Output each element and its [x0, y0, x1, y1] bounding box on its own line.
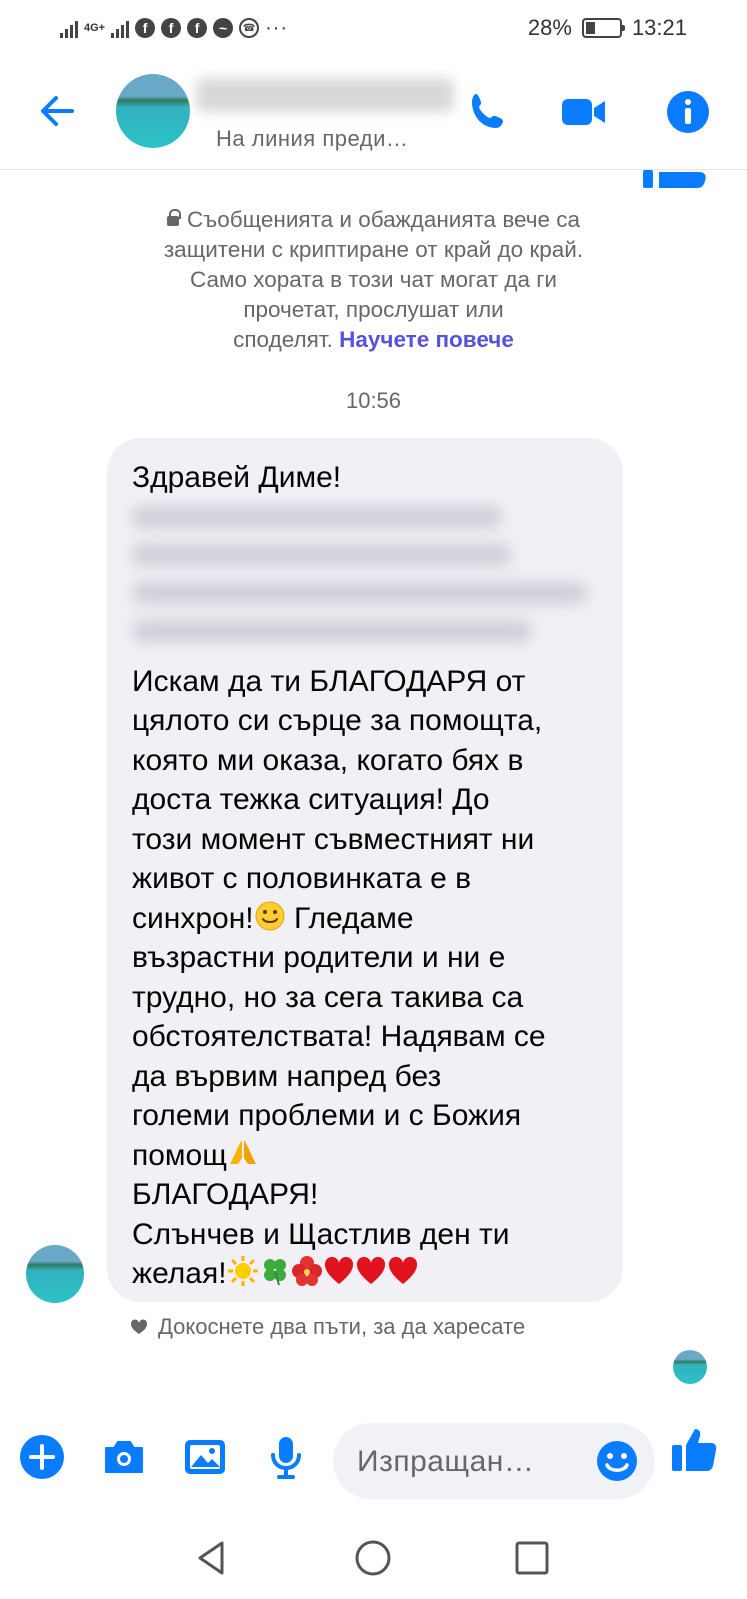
message-bubble[interactable]: Здравей Диме! Искам да ти БЛАГОДАРЯ от ц… [107, 438, 623, 1302]
info-icon[interactable] [664, 88, 712, 136]
message-line: която ми оказа, когато бях в [132, 743, 524, 777]
heart-emoji-icon [324, 1256, 353, 1284]
message-line: живот с половинката е в [132, 862, 472, 895]
praying-hands-emoji-icon [229, 1139, 256, 1164]
message-line: желая! [132, 1254, 599, 1294]
chat-header: На линия преди… [0, 56, 747, 170]
clover-emoji-icon [263, 1259, 286, 1286]
redacted-text [132, 505, 599, 656]
message-input-placeholder: Изпращан… [357, 1445, 535, 1478]
heart-emoji-icon [356, 1256, 385, 1284]
contact-name-redacted[interactable] [196, 78, 454, 112]
message-line: трудно, но за сега такива са [132, 980, 524, 1014]
back-arrow-icon[interactable] [34, 88, 80, 134]
message-text: желая! [132, 1257, 227, 1290]
facebook-icon: f [161, 18, 182, 38]
smiley-emoji-icon [255, 901, 285, 930]
microphone-icon[interactable] [262, 1433, 310, 1481]
message-line: доста тежка ситуация! До [132, 783, 490, 816]
heart-emoji-icon [388, 1256, 417, 1284]
message-line: Здравей Диме! [132, 461, 342, 494]
message-line: синхрон! Гледаме [132, 899, 599, 939]
read-receipt-avatar [673, 1350, 707, 1384]
emoji-icon[interactable] [595, 1439, 639, 1483]
message-text: синхрон! [132, 901, 254, 935]
message-line: помощ [132, 1136, 599, 1176]
nav-recents-icon[interactable] [512, 1538, 552, 1578]
nav-back-icon[interactable] [192, 1538, 232, 1578]
message-line: големи проблеми и с Божия [132, 1099, 522, 1132]
contact-avatar[interactable] [116, 74, 190, 148]
gallery-icon[interactable] [181, 1433, 229, 1481]
message-line: възрастни родители и ни е [132, 941, 506, 974]
camera-icon[interactable] [100, 1433, 148, 1481]
status-bar: 4G+ f f f ~ ☎ ··· 28% 13:21 [0, 0, 747, 56]
signal-icon [60, 18, 78, 38]
lock-icon [166, 209, 181, 227]
reaction-hint: Докоснете два пъти, за да харесате [130, 1314, 525, 1340]
clock: 13:21 [631, 15, 687, 40]
messenger-icon: ~ [213, 18, 234, 38]
viber-icon: ☎ [239, 18, 260, 38]
sun-emoji-icon [227, 1256, 258, 1286]
more-icon: ··· [265, 16, 289, 39]
like-thumbs-up-icon[interactable] [670, 1425, 720, 1475]
video-call-icon[interactable] [560, 88, 608, 136]
nav-home-icon[interactable] [353, 1538, 393, 1578]
message-text: Гледаме [285, 901, 414, 935]
notice-line: защитени с криптиране от край до край. [163, 237, 584, 262]
partial-like-icon [643, 170, 706, 188]
encryption-notice: Съобщенията и обажданията вече са защите… [110, 205, 637, 355]
message-line: този момент съвместният ни [132, 822, 535, 856]
notice-line: споделят. [233, 327, 333, 352]
system-nav-bar [0, 1520, 747, 1599]
message-line: БЛАГОДАРЯ! [132, 1178, 319, 1211]
message-line: Слънчев и Щастлив ден ти [132, 1217, 510, 1251]
message-timestamp: 10:56 [345, 388, 402, 413]
signal-icon-2 [111, 18, 130, 38]
plus-icon[interactable] [18, 1433, 66, 1481]
heart-icon [130, 1319, 148, 1334]
battery-icon [581, 18, 625, 38]
facebook-icon: f [187, 18, 208, 38]
reaction-hint-text: Докоснете два пъти, за да харесате [158, 1314, 526, 1339]
sender-avatar[interactable] [26, 1245, 84, 1303]
message-text: помощ [132, 1138, 227, 1172]
message-line: да вървим напред без [132, 1059, 442, 1093]
notice-line: Само хората в този чат могат да ги [190, 267, 557, 292]
presence-status: На линия преди… [216, 126, 409, 151]
message-line: Искам да ти БЛАГОДАРЯ от [132, 664, 526, 698]
battery-percent: 28% [527, 15, 572, 40]
phone-call-icon[interactable] [464, 88, 512, 136]
notice-line: прочетат, прослушат или [243, 297, 504, 322]
message-line: цялото си сърце за помощта, [132, 704, 543, 737]
network-type: 4G+ [84, 21, 106, 34]
hibiscus-emoji-icon [291, 1256, 322, 1286]
learn-more-link[interactable]: Научете повече [339, 327, 514, 352]
facebook-icon: f [135, 18, 156, 38]
message-line: обстоятелствата! Надявам се [132, 1020, 546, 1053]
message-input[interactable]: Изпращан… [333, 1423, 655, 1499]
notice-line: Съобщенията и обажданията вече са [186, 207, 581, 232]
